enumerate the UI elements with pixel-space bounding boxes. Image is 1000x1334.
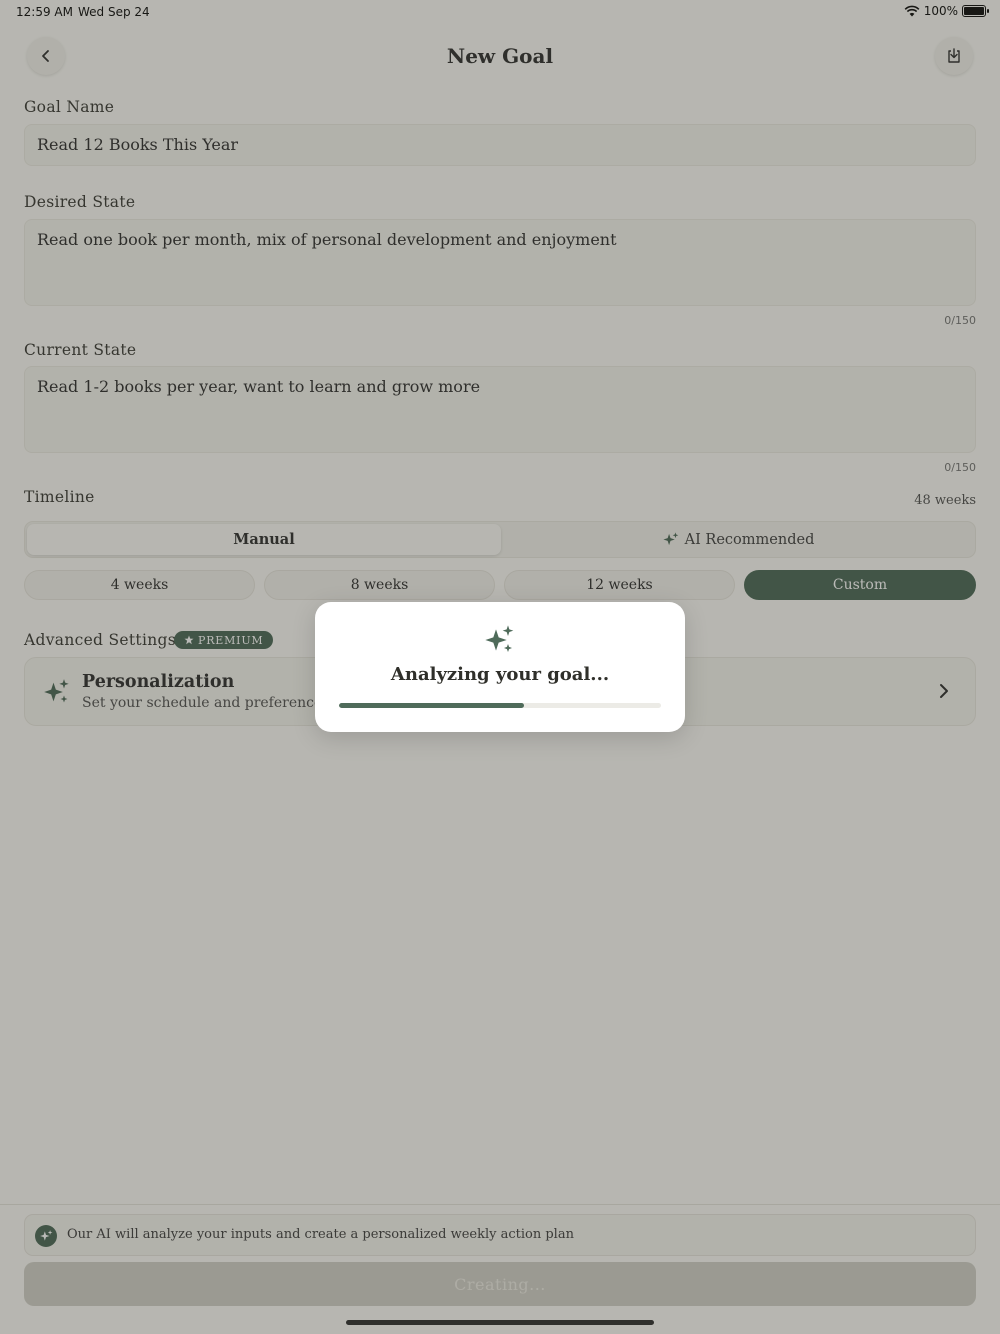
sparkles-icon (485, 625, 514, 652)
analysis-progress-bar (339, 703, 661, 708)
analysis-progress-fill (339, 703, 525, 708)
analyzing-modal: Analyzing your goal... (315, 602, 685, 732)
new-goal-screen: 12:59 AM Wed Sep 24 100% New Goal Goal N… (0, 0, 1000, 1334)
modal-title: Analyzing your goal... (390, 664, 610, 685)
